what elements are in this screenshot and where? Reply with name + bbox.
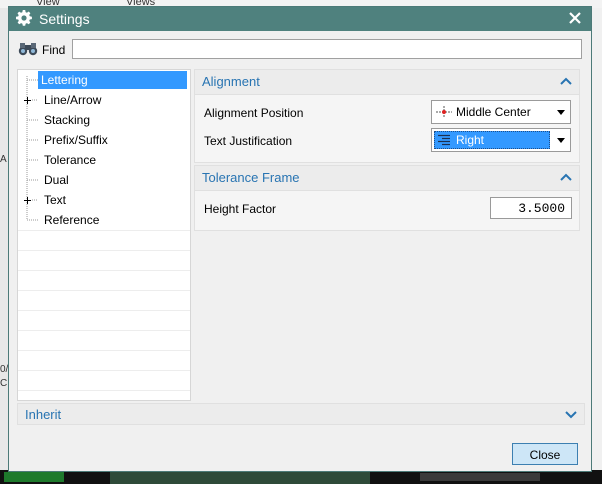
background-left-strip: A 0/ C: [0, 8, 8, 484]
tree-item-line-arrow[interactable]: Line/Arrow: [18, 91, 190, 111]
section-title: Tolerance Frame: [202, 170, 300, 185]
inherit-section-header[interactable]: Inherit: [17, 403, 585, 425]
align-right-icon: [438, 134, 450, 146]
tree-item-text[interactable]: Text: [18, 191, 190, 211]
settings-panel: Alignment Alignment Position Middle Cent…: [194, 69, 584, 401]
close-button[interactable]: Close: [512, 443, 578, 465]
tree-item-prefix-suffix[interactable]: Prefix/Suffix: [18, 131, 190, 151]
chevron-down-icon[interactable]: [565, 410, 577, 420]
tree-item-label: Lettering: [38, 71, 187, 89]
tree-item-lettering[interactable]: Lettering: [18, 71, 190, 91]
tree-item-dual[interactable]: Dual: [18, 171, 190, 191]
alignment-position-select[interactable]: Middle Center: [431, 100, 571, 124]
alignment-section-header[interactable]: Alignment: [195, 70, 579, 95]
tree-item-label: Dual: [44, 173, 69, 187]
dropdown-arrow-icon: [557, 138, 565, 143]
gear-icon: [16, 10, 32, 26]
alignment-position-value: Middle Center: [456, 105, 531, 119]
tolerance-frame-section-header[interactable]: Tolerance Frame: [195, 166, 579, 191]
alignment-section: Alignment Alignment Position Middle Cent…: [194, 69, 580, 163]
settings-dialog: Settings Find Lettering Line/Arrow Stack…: [8, 6, 592, 472]
tree-item-label: Reference: [44, 213, 100, 227]
tree-item-stacking[interactable]: Stacking: [18, 111, 190, 131]
settings-tree: Lettering Line/Arrow Stacking Prefix/Suf…: [17, 69, 191, 401]
bg-fragment: A: [0, 154, 7, 165]
tree-item-label: Stacking: [44, 113, 91, 127]
height-factor-label: Height Factor: [204, 202, 277, 216]
dialog-title: Settings: [39, 11, 90, 27]
dialog-titlebar[interactable]: Settings: [9, 7, 591, 31]
tree-item-label: Tolerance: [44, 153, 97, 167]
section-title: Inherit: [25, 407, 62, 422]
chevron-up-icon[interactable]: [560, 172, 572, 182]
tree-item-tolerance[interactable]: Tolerance: [18, 151, 190, 171]
find-input[interactable]: [72, 39, 582, 59]
close-icon[interactable]: [565, 8, 585, 28]
find-label: Find: [42, 43, 66, 57]
text-justification-value: Right: [456, 133, 485, 147]
expand-plus-icon[interactable]: [23, 196, 32, 205]
section-title: Alignment: [202, 74, 260, 89]
text-justification-label: Text Justification: [204, 134, 293, 148]
chevron-up-icon[interactable]: [560, 76, 572, 86]
background-canvas: [0, 470, 602, 484]
tree-item-reference[interactable]: Reference: [18, 211, 190, 231]
background-right-strip: [592, 8, 602, 484]
height-factor-input[interactable]: 3.5000: [490, 197, 572, 219]
expand-plus-icon[interactable]: [23, 96, 32, 105]
bg-fragment: C: [0, 378, 8, 389]
middle-center-icon: [436, 106, 452, 118]
binoculars-icon: [18, 43, 38, 56]
find-row: Find: [9, 37, 591, 63]
bg-fragment: 0/: [0, 364, 8, 375]
alignment-position-label: Alignment Position: [204, 106, 304, 120]
text-justification-select[interactable]: Right: [431, 128, 571, 152]
tree-item-label: Text: [44, 193, 67, 207]
tolerance-frame-section: Tolerance Frame Height Factor 3.5000: [194, 165, 580, 231]
tree-item-label: Line/Arrow: [44, 93, 102, 107]
dropdown-arrow-icon: [557, 110, 565, 115]
tree-item-label: Prefix/Suffix: [44, 133, 108, 147]
